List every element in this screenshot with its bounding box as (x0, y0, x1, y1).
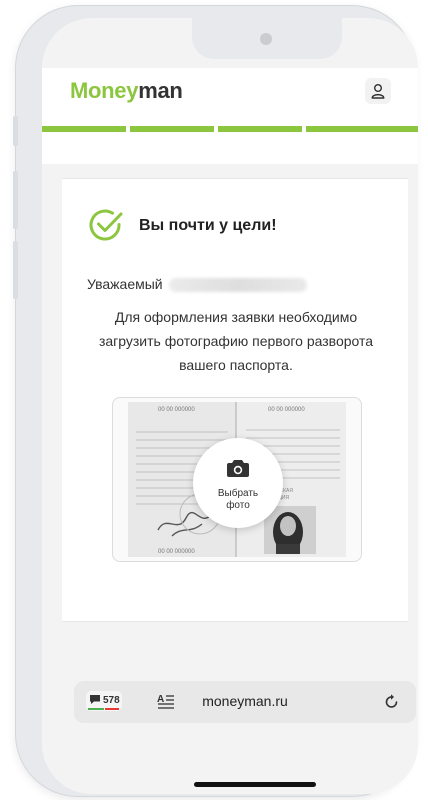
reload-icon[interactable] (385, 693, 399, 709)
moneyman-logo[interactable]: Moneyman (70, 78, 183, 104)
check-circle-icon (89, 209, 123, 241)
greeting: Уважаемый (87, 276, 307, 293)
side-button (13, 241, 18, 299)
instructions-text: Для оформления заявки необходимо загрузи… (98, 309, 374, 373)
svg-text:00 00 000000: 00 00 000000 (268, 407, 305, 413)
logo-part-man: man (138, 78, 183, 103)
user-profile-button[interactable] (365, 78, 391, 104)
choose-photo-label: Выбрать фото (217, 488, 259, 511)
progress-step (130, 126, 214, 132)
user-name-blurred (168, 278, 307, 293)
photo-upload-area[interactable]: 00 00 000000 00 00 000000 00 00 000000 0… (112, 397, 362, 562)
page-title: Вы почти у цели! (139, 217, 277, 234)
phone-screen: Moneyman Вы почти у цели! Уважаемый Для … (42, 18, 418, 794)
notch (192, 18, 342, 59)
upload-card: Вы почти у цели! Уважаемый Для оформлени… (62, 178, 408, 622)
svg-text:00 00 000000: 00 00 000000 (158, 407, 195, 413)
progress-step (306, 126, 418, 132)
user-icon (371, 84, 385, 99)
progress-step (218, 126, 302, 132)
progress-step (42, 126, 126, 132)
step-progress-bar (42, 114, 418, 164)
side-button (13, 116, 18, 146)
home-indicator[interactable] (194, 782, 316, 787)
choose-photo-button[interactable]: Выбрать фото (193, 438, 283, 528)
svg-text:00 00 000000: 00 00 000000 (158, 549, 195, 555)
app-header: Moneyman (42, 68, 418, 114)
greeting-label: Уважаемый (87, 276, 163, 292)
camera-icon (227, 460, 249, 477)
side-button (13, 171, 18, 229)
url-text[interactable]: moneyman.ru (74, 693, 416, 709)
logo-part-money: Money (70, 78, 139, 103)
browser-address-bar[interactable]: 578 A moneyman.ru (74, 681, 416, 723)
front-camera (260, 33, 272, 45)
phone-frame: Moneyman Вы почти у цели! Уважаемый Для … (13, 6, 418, 796)
